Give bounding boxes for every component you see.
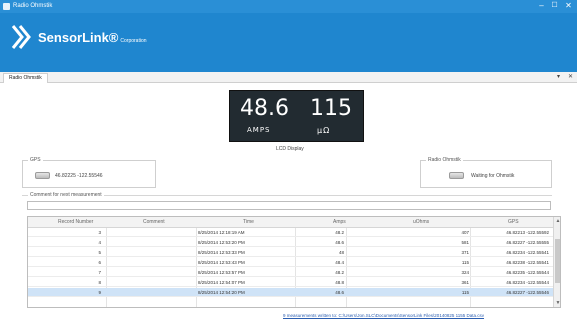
cell-record-number: 4 — [98, 240, 101, 245]
cell-record-number: 8 — [98, 280, 101, 285]
title-bar: Radio Ohmstik – ☐ ✕ — [0, 0, 577, 13]
gps-group: GPS 46.82225 -122.55546 — [22, 157, 156, 188]
gps-coordinates: 46.82225 -122.55546 — [55, 173, 103, 179]
table-scrollbar[interactable]: ▲ ▼ — [553, 217, 560, 307]
cell-uohms: 361 — [461, 280, 469, 285]
cell-record-number: 5 — [98, 250, 101, 255]
cell-gps: 46.82234 -122.55541 — [506, 250, 549, 255]
gps-indicator-icon — [35, 172, 50, 179]
column-header-gps[interactable]: GPS — [508, 219, 519, 225]
cell-amps: 48.6 — [335, 240, 344, 245]
cell-gps: 46.82234 -122.55544 — [506, 280, 549, 285]
ohms-unit: μΩ — [317, 126, 331, 135]
cell-gps: 46.82213 -122.55592 — [506, 230, 549, 235]
close-button[interactable]: ✕ — [562, 0, 575, 13]
cell-record-number: 3 — [98, 230, 101, 235]
lcd-display: 48.6 115 AMPS μΩ — [229, 90, 364, 142]
amps-reading: 48.6 — [240, 96, 289, 121]
app-icon — [3, 3, 10, 10]
window-title: Radio Ohmstik — [13, 3, 53, 9]
cell-uohms: 115 — [461, 260, 469, 265]
cell-amps: 48.6 — [335, 290, 344, 295]
brand-trademark: ® — [108, 30, 119, 45]
cell-amps: 48.4 — [335, 260, 344, 265]
cell-time: 8/25/2014 12:53:20 PM — [198, 240, 245, 245]
cell-uohms: 407 — [461, 230, 469, 235]
tab-strip: Radio Ohmstik ▾ ✕ — [0, 72, 577, 83]
scroll-thumb[interactable] — [555, 239, 560, 283]
column-header-record-number[interactable]: Record Number — [58, 219, 93, 225]
table-header: Record Number Comment Time Amps uOhms GP… — [28, 217, 553, 228]
brand-logo-text: SensorLink® Corporation — [38, 31, 147, 48]
cell-record-number: 6 — [98, 260, 101, 265]
gps-legend: GPS — [28, 157, 43, 164]
column-header-amps[interactable]: Amps — [333, 219, 346, 225]
table-row[interactable]: 8 8/25/2014 12:54:07 PM 48.8 361 46.8223… — [28, 278, 553, 287]
measurements-table: Record Number Comment Time Amps uOhms GP… — [27, 216, 561, 308]
column-header-time[interactable]: Time — [243, 219, 254, 225]
comment-label: Comment for next measurement — [28, 192, 104, 198]
cell-record-number: 9 — [98, 290, 101, 295]
table-row[interactable]: 6 8/25/2014 12:53:43 PM 48.4 115 46.8223… — [28, 258, 553, 267]
tab-dropdown-icon[interactable]: ▾ — [557, 72, 560, 82]
cell-record-number: 7 — [98, 270, 101, 275]
cell-gps: 46.82227 -122.55555 — [506, 240, 549, 245]
cell-uohms: 371 — [461, 250, 469, 255]
cell-amps: 48.2 — [335, 270, 344, 275]
table-row[interactable]: 7 8/25/2014 12:53:57 PM 48.2 324 46.8223… — [28, 268, 553, 277]
table-row[interactable]: 4 8/25/2014 12:53:20 PM 48.6 581 46.8222… — [28, 238, 553, 247]
cell-gps: 46.82235 -122.55544 — [506, 270, 549, 275]
table-row-selected[interactable]: 9 8/25/2014 12:54:20 PM 48.6 115 46.8222… — [28, 288, 553, 297]
cell-time: 8/25/2014 12:54:07 PM — [198, 280, 245, 285]
cell-time: 8/25/2014 12:54:20 PM — [198, 290, 245, 295]
cell-time: 8/25/2014 12:53:33 PM — [198, 250, 245, 255]
cell-amps: 48.2 — [335, 230, 344, 235]
brand-name: SensorLink — [38, 30, 109, 45]
cell-uohms: 581 — [461, 240, 469, 245]
lcd-caption: LCD Display — [276, 146, 304, 152]
sensorlink-logo-icon — [11, 25, 31, 49]
minimize-button[interactable]: – — [535, 0, 548, 13]
tab-close-icon[interactable]: ✕ — [568, 72, 573, 82]
brand-suffix: Corporation — [120, 38, 147, 44]
radio-indicator-icon — [449, 172, 464, 179]
cell-uohms: 324 — [461, 270, 469, 275]
scroll-down-icon[interactable]: ▼ — [554, 299, 560, 307]
comment-input[interactable] — [27, 201, 551, 210]
radio-legend: Radio Ohmstik — [426, 157, 463, 164]
scroll-up-icon[interactable]: ▲ — [554, 217, 560, 225]
column-header-uohms[interactable]: uOhms — [413, 219, 429, 225]
table-row[interactable]: 5 8/25/2014 12:53:33 PM 48 371 46.82234 … — [28, 248, 553, 257]
cell-time: 8/25/2014 12:18:19 AM — [198, 230, 245, 235]
amps-unit: AMPS — [247, 126, 271, 134]
cell-gps: 46.82238 -122.55541 — [506, 260, 549, 265]
ohms-reading: 115 — [310, 96, 352, 121]
tab-radio-ohmstik[interactable]: Radio Ohmstik — [3, 73, 48, 83]
maximize-button[interactable]: ☐ — [548, 0, 561, 13]
cell-amps: 48.8 — [335, 280, 344, 285]
cell-uohms: 115 — [461, 290, 469, 295]
radio-status: Waiting for Ohmstik — [471, 173, 515, 179]
table-row[interactable]: 3 8/25/2014 12:18:19 AM 48.2 407 46.8221… — [28, 228, 553, 237]
cell-time: 8/25/2014 12:53:43 PM — [198, 260, 245, 265]
cell-time: 8/25/2014 12:53:57 PM — [198, 270, 245, 275]
radio-group: Radio Ohmstik Waiting for Ohmstik — [420, 157, 552, 188]
cell-amps: 48 — [338, 250, 344, 255]
cell-gps: 46.82227 -122.55546 — [506, 290, 549, 295]
column-header-comment[interactable]: Comment — [143, 219, 165, 225]
output-file-link[interactable]: 9 measurements written to: C:\Users\Jon.… — [283, 313, 484, 318]
